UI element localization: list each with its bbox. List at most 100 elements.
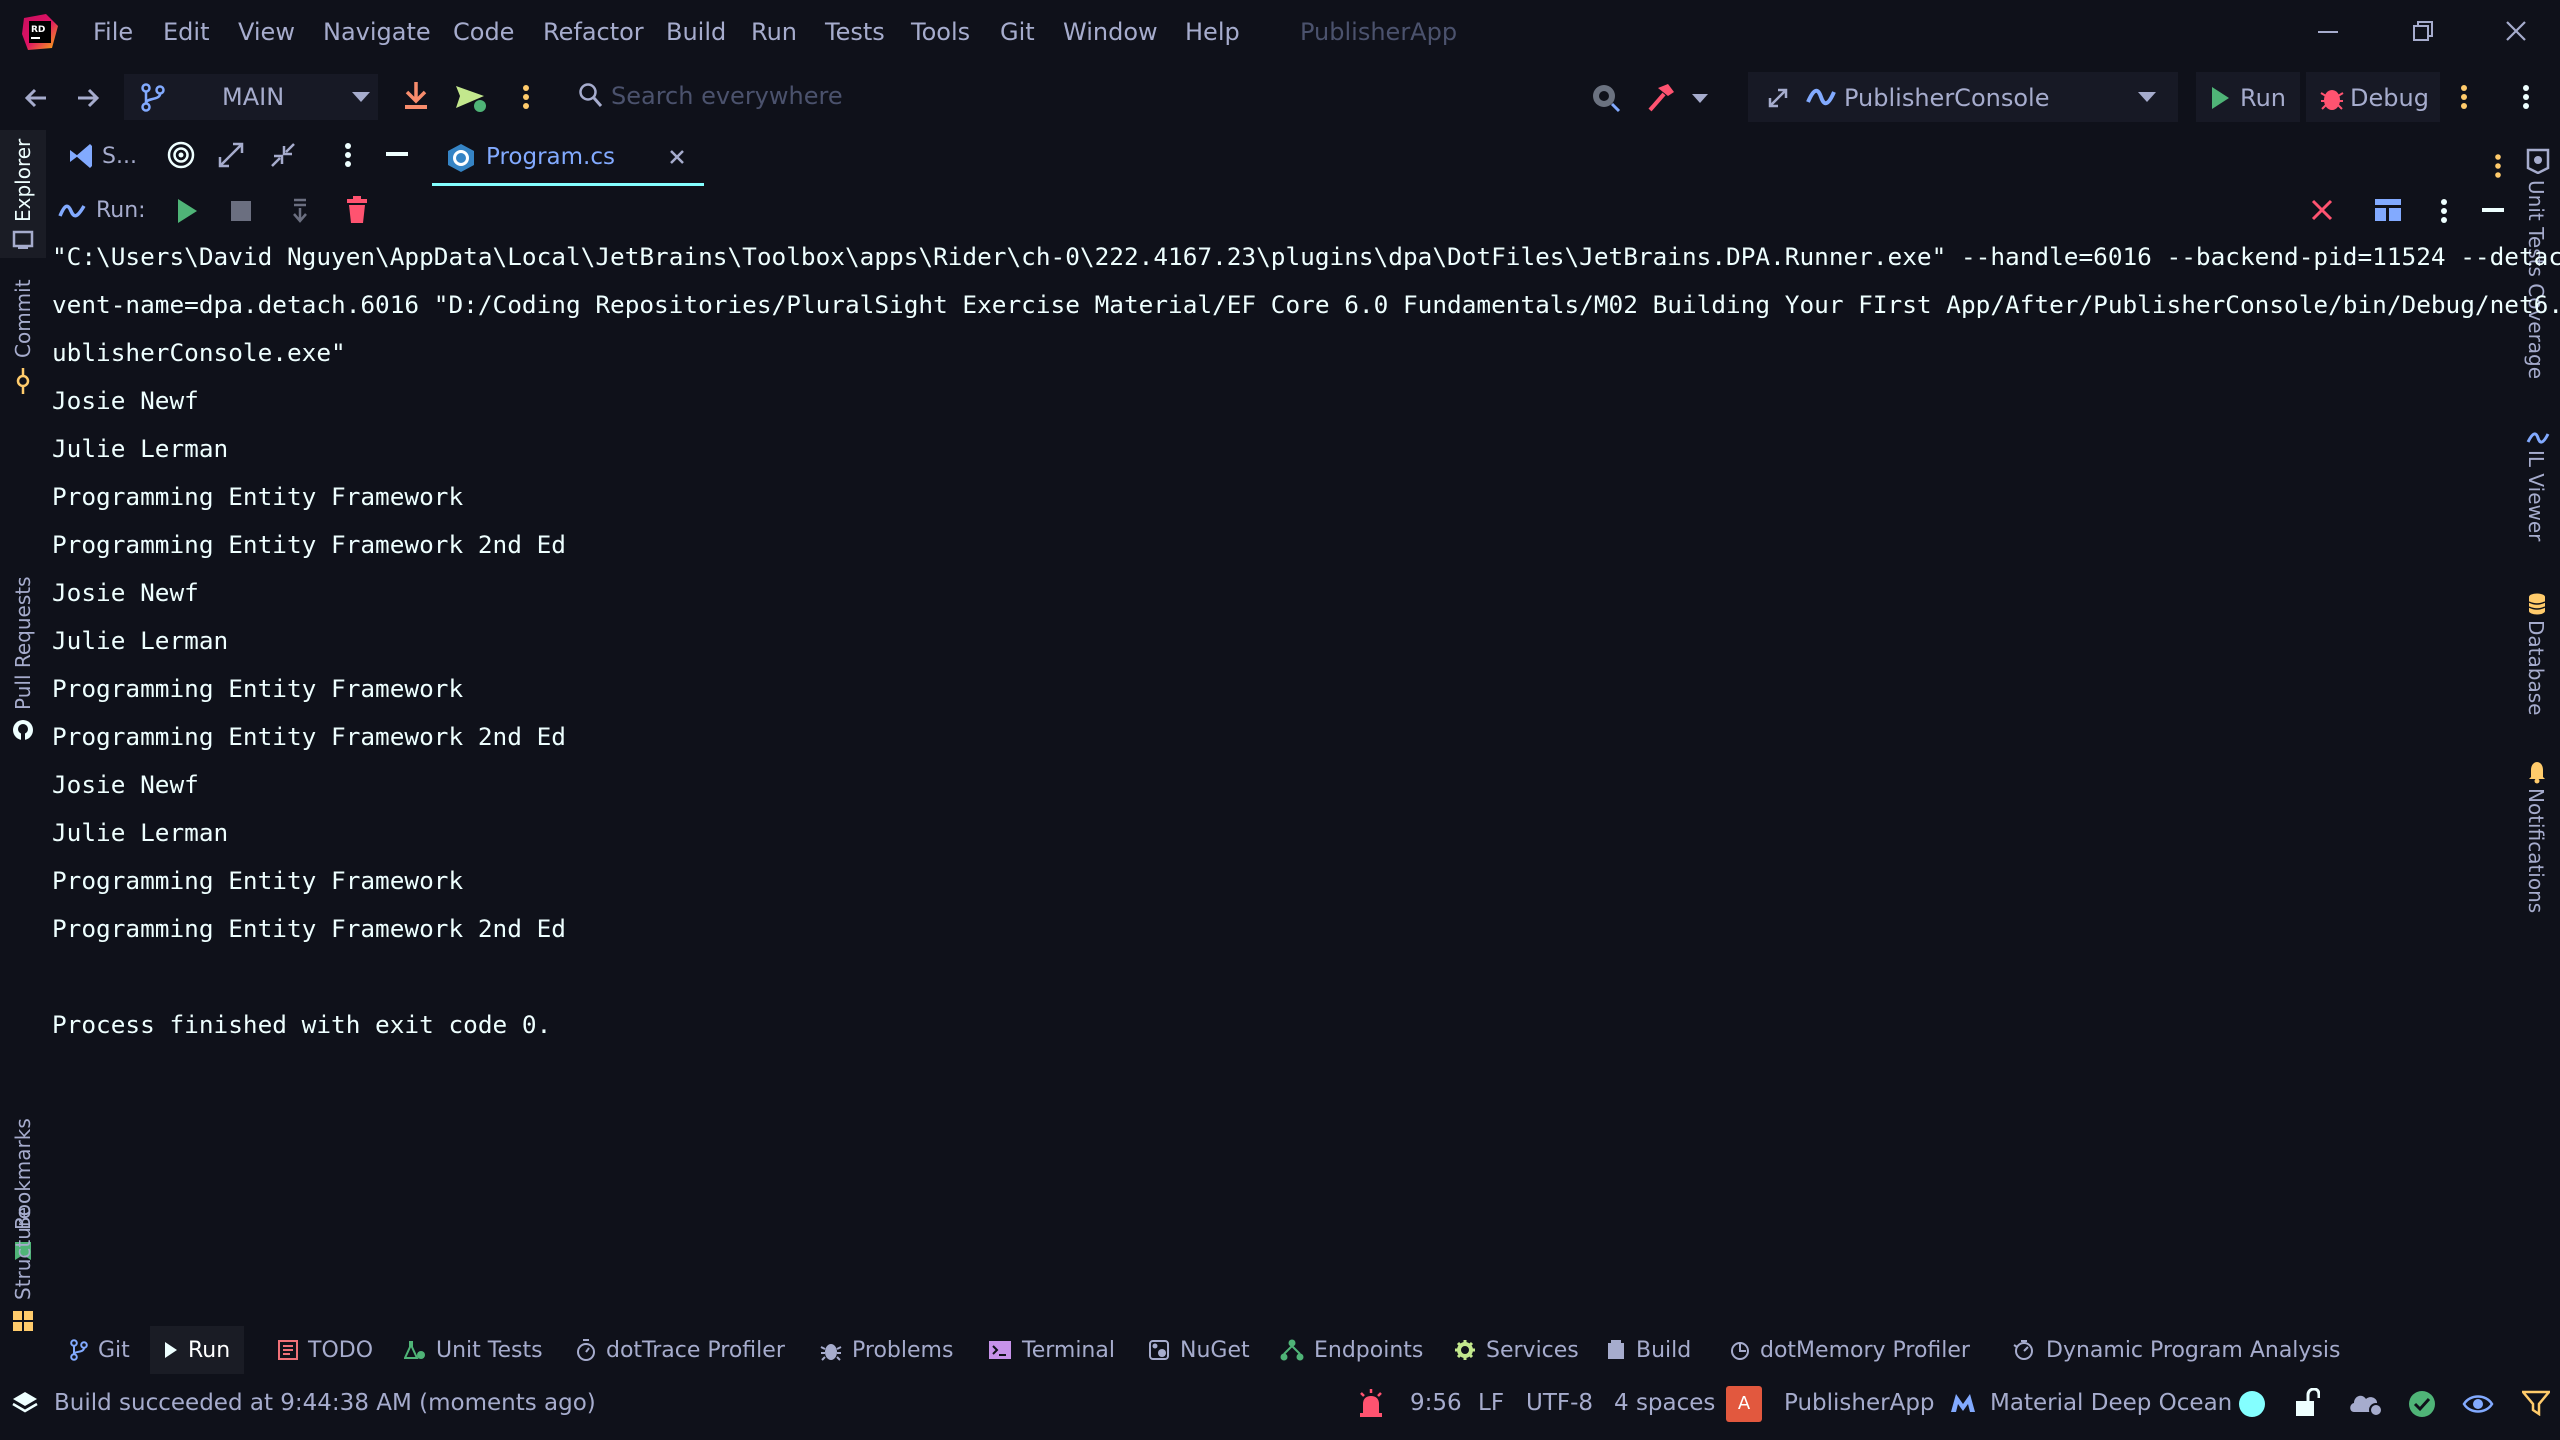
console-line: Josie Newf: [52, 386, 199, 415]
unit-tests-tab-label: Unit Tests: [436, 1337, 543, 1363]
run-button[interactable]: Run: [2196, 72, 2300, 122]
menu-build[interactable]: Build: [666, 18, 726, 46]
pull-requests-label: Pull Requests: [11, 576, 35, 710]
gear-icon: [1454, 1339, 1476, 1361]
menu-code[interactable]: Code: [453, 18, 514, 46]
tab-database[interactable]: Database: [2514, 592, 2560, 752]
forward-arrow-icon[interactable]: [74, 84, 102, 112]
close-icon[interactable]: [668, 148, 686, 166]
tab-program-cs[interactable]: Program.cs: [432, 130, 704, 186]
layout-icon[interactable]: [2374, 198, 2402, 222]
project-avatar-badge[interactable]: A: [1726, 1386, 1762, 1422]
push-icon[interactable]: [454, 82, 490, 114]
menu-edit[interactable]: Edit: [163, 18, 209, 46]
scroll-to-end-icon[interactable]: [290, 198, 310, 224]
update-project-icon[interactable]: [402, 80, 430, 112]
menu-git[interactable]: Git: [1000, 18, 1035, 46]
lock-open-icon[interactable]: [2294, 1388, 2320, 1418]
theme-name[interactable]: Material Deep Ocean: [1990, 1390, 2232, 1416]
close-icon[interactable]: [2310, 198, 2334, 222]
console-output[interactable]: "C:\Users\David Nguyen\AppData\Local\Jet…: [52, 242, 2560, 1302]
tab-explorer[interactable]: Explorer: [0, 130, 46, 258]
menu-run[interactable]: Run: [751, 18, 797, 46]
bottom-tab-todo[interactable]: TODO: [270, 1326, 381, 1374]
debug-button[interactable]: Debug: [2306, 72, 2440, 122]
rerun-icon[interactable]: [176, 198, 198, 224]
bottom-tab-unit-tests[interactable]: Unit Tests: [396, 1326, 551, 1374]
database-label: Database: [2524, 620, 2548, 716]
hide-panel-icon[interactable]: [386, 150, 410, 158]
bottom-tab-git[interactable]: Git: [62, 1326, 138, 1374]
bottom-tab-dynamic-program-analysis[interactable]: Dynamic Program Analysis: [2004, 1326, 2348, 1374]
material-theme-icon[interactable]: [1950, 1392, 1976, 1414]
chevron-down-icon[interactable]: [1692, 94, 1708, 104]
tab-structure[interactable]: Structure: [0, 1170, 46, 1331]
tab-commit[interactable]: Commit: [0, 279, 46, 400]
target-icon[interactable]: [166, 140, 196, 170]
line-separator[interactable]: LF: [1478, 1390, 1504, 1416]
eye-icon[interactable]: [2462, 1392, 2494, 1416]
tab-unit-tests-coverage[interactable]: Unit Tests Coverage: [2514, 148, 2560, 408]
build-status-message[interactable]: Build succeeded at 9:44:38 AM (moments a…: [54, 1390, 596, 1416]
menu-view[interactable]: View: [238, 18, 295, 46]
close-window-button[interactable]: [2496, 14, 2536, 50]
menu-tests[interactable]: Tests: [825, 18, 885, 46]
build-hammer-icon[interactable]: [1646, 82, 1676, 114]
restore-button[interactable]: [2402, 14, 2442, 50]
funnel-icon[interactable]: [2522, 1390, 2550, 1416]
run-tab-label: Run: [188, 1337, 231, 1363]
menu-navigate[interactable]: Navigate: [323, 18, 431, 46]
more-vertical-icon[interactable]: [2440, 198, 2448, 224]
menu-tools[interactable]: Tools: [911, 18, 970, 46]
alarm-icon[interactable]: [1356, 1388, 1386, 1418]
bottom-tab-terminal[interactable]: Terminal: [980, 1326, 1123, 1374]
console-app-icon: [58, 202, 86, 220]
commit-icon: [14, 368, 32, 394]
more-vertical-icon[interactable]: [2522, 84, 2530, 110]
tab-pull-requests[interactable]: Pull Requests: [0, 430, 46, 750]
tab-il-viewer[interactable]: IL Viewer: [2514, 430, 2560, 590]
tab-notifications[interactable]: Notifications: [2514, 760, 2560, 970]
menu-file[interactable]: File: [93, 18, 133, 46]
menu-refactor[interactable]: Refactor: [543, 18, 644, 46]
caret-position[interactable]: 9:56: [1410, 1390, 1462, 1416]
notifications-label: Notifications: [2524, 788, 2548, 914]
bottom-tab-endpoints[interactable]: Endpoints: [1272, 1326, 1431, 1374]
branch-selector[interactable]: MAIN: [124, 74, 378, 120]
bottom-tab-build[interactable]: Build: [1598, 1326, 1699, 1374]
project-name[interactable]: PublisherApp: [1784, 1390, 1935, 1416]
bottom-tab-dotmemory[interactable]: dotMemory Profiler: [1722, 1326, 1978, 1374]
bottom-tab-nuget[interactable]: NuGet: [1140, 1326, 1258, 1374]
bottom-tab-run[interactable]: Run: [150, 1326, 245, 1374]
indent-setting[interactable]: 4 spaces: [1614, 1390, 1715, 1416]
more-vertical-icon[interactable]: [522, 84, 530, 110]
solution-icon[interactable]: [68, 142, 94, 170]
trash-icon[interactable]: [346, 196, 368, 224]
endpoints-tab-label: Endpoints: [1314, 1337, 1424, 1363]
solution-tab-label[interactable]: S...: [102, 144, 137, 169]
check-circle-icon[interactable]: [2408, 1390, 2436, 1418]
expand-all-icon[interactable]: [216, 140, 246, 170]
bottom-tab-dottrace[interactable]: dotTrace Profiler: [568, 1326, 793, 1374]
search-everywhere-input[interactable]: Search everywhere: [611, 82, 843, 110]
cloud-gear-icon[interactable]: [2348, 1390, 2384, 1418]
minimize-button[interactable]: [2308, 14, 2348, 50]
stop-icon[interactable]: [230, 200, 252, 222]
back-arrow-icon[interactable]: [22, 84, 50, 112]
menu-window[interactable]: Window: [1063, 18, 1158, 46]
run-configuration-selector[interactable]: PublisherConsole: [1792, 72, 2178, 122]
file-encoding[interactable]: UTF-8: [1526, 1390, 1593, 1416]
status-circle-icon[interactable]: [2238, 1390, 2266, 1418]
collapse-all-icon[interactable]: [268, 140, 298, 170]
search-icon[interactable]: [578, 82, 604, 110]
code-vision-icon[interactable]: [1590, 82, 1622, 114]
console-line: Process finished with exit code 0.: [52, 1010, 552, 1039]
menu-help[interactable]: Help: [1185, 18, 1240, 46]
more-vertical-icon[interactable]: [344, 142, 352, 168]
bottom-tab-problems[interactable]: Problems: [812, 1326, 961, 1374]
hide-panel-icon[interactable]: [2482, 206, 2506, 214]
more-vertical-icon[interactable]: [2494, 154, 2502, 178]
bottom-tab-services[interactable]: Services: [1446, 1326, 1587, 1374]
layers-icon[interactable]: [12, 1390, 38, 1416]
more-vertical-icon[interactable]: [2460, 84, 2468, 110]
